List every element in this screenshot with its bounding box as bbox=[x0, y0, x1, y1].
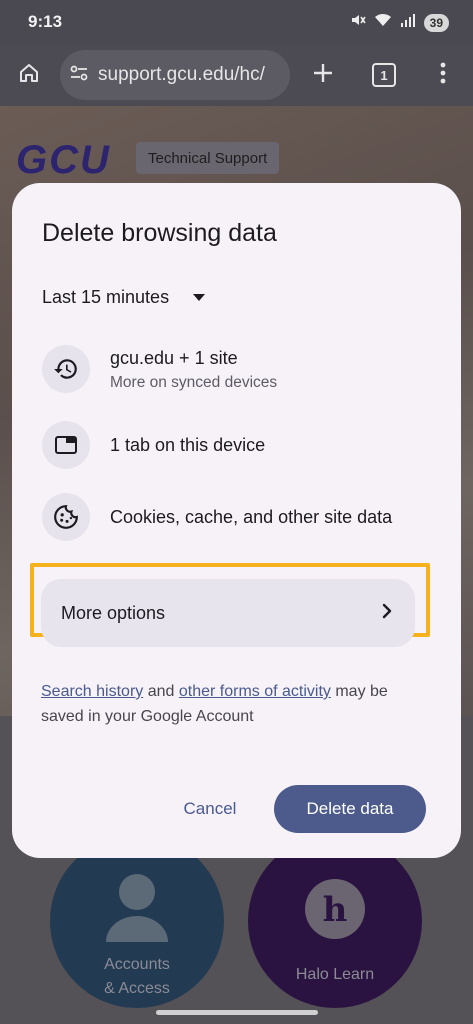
browser-toolbar: support.gcu.edu/hc/ 1 bbox=[0, 44, 473, 106]
new-tab-button[interactable] bbox=[306, 58, 340, 92]
site-settings-icon[interactable] bbox=[68, 62, 90, 89]
more-options-label: More options bbox=[61, 602, 166, 623]
gesture-bar[interactable] bbox=[156, 1010, 318, 1015]
tab-switcher-button[interactable]: 1 bbox=[367, 58, 401, 92]
history-item-primary: gcu.edu + 1 site bbox=[110, 348, 238, 368]
wifi-icon bbox=[374, 12, 392, 33]
tab-switcher-icon: 1 bbox=[372, 63, 396, 87]
battery-icon: 39 bbox=[423, 13, 449, 32]
overflow-menu-icon bbox=[440, 62, 446, 89]
tab-icon bbox=[42, 421, 90, 469]
overflow-menu-button[interactable] bbox=[426, 58, 460, 92]
gcu-logo: GCU bbox=[16, 138, 111, 182]
time-range-dropdown[interactable]: Last 15 minutes bbox=[42, 287, 206, 308]
google-account-notice: Search history and other forms of activi… bbox=[41, 679, 421, 729]
home-icon bbox=[17, 61, 41, 90]
delete-data-button[interactable]: Delete data bbox=[274, 785, 426, 833]
svg-text:h: h bbox=[323, 890, 348, 930]
time-range-value: Last 15 minutes bbox=[42, 287, 170, 307]
history-icon bbox=[42, 345, 90, 393]
chevron-right-icon bbox=[381, 602, 393, 625]
accounts-card-label-1: Accounts bbox=[104, 956, 170, 973]
notice-middle-text: and bbox=[143, 683, 179, 700]
halo-card-label: Halo Learn bbox=[295, 966, 375, 983]
accounts-card-label-2: & Access bbox=[104, 980, 170, 997]
cookies-item-primary: Cookies, cache, and other site data bbox=[110, 507, 393, 527]
address-bar[interactable]: support.gcu.edu/hc/ bbox=[60, 50, 290, 100]
status-bar: 9:13 39 bbox=[0, 0, 473, 44]
url-text: support.gcu.edu/hc/ bbox=[98, 64, 265, 85]
halo-learn-card[interactable]: h Halo Learn bbox=[248, 834, 422, 1008]
technical-support-chip[interactable]: Technical Support bbox=[136, 142, 280, 174]
tabs-item: 1 tab on this device bbox=[42, 421, 442, 469]
halo-logo-icon: h bbox=[304, 878, 366, 945]
more-options-button[interactable]: More options bbox=[41, 579, 415, 647]
delete-browsing-data-dialog: Delete browsing data Last 15 minutes gcu… bbox=[12, 183, 461, 858]
person-icon bbox=[102, 870, 172, 955]
mute-icon bbox=[350, 12, 366, 33]
tabs-item-primary: 1 tab on this device bbox=[110, 435, 266, 455]
dialog-title: Delete browsing data bbox=[42, 219, 277, 247]
home-button[interactable] bbox=[12, 58, 46, 92]
cookies-item: Cookies, cache, and other site data bbox=[42, 493, 442, 541]
accounts-access-card[interactable]: Accounts & Access bbox=[50, 834, 224, 1008]
other-activity-link[interactable]: other forms of activity bbox=[179, 683, 331, 700]
signal-icon bbox=[400, 12, 416, 33]
dropdown-arrow-icon bbox=[193, 294, 206, 301]
new-tab-icon bbox=[312, 62, 334, 89]
history-item-secondary: More on synced devices bbox=[110, 374, 278, 391]
cancel-button[interactable]: Cancel bbox=[172, 785, 248, 833]
browsing-history-item: gcu.edu + 1 site More on synced devices bbox=[42, 345, 442, 393]
cookie-icon bbox=[42, 493, 90, 541]
status-time: 9:13 bbox=[28, 12, 63, 31]
status-icons: 39 bbox=[350, 12, 449, 33]
search-history-link[interactable]: Search history bbox=[41, 683, 143, 700]
